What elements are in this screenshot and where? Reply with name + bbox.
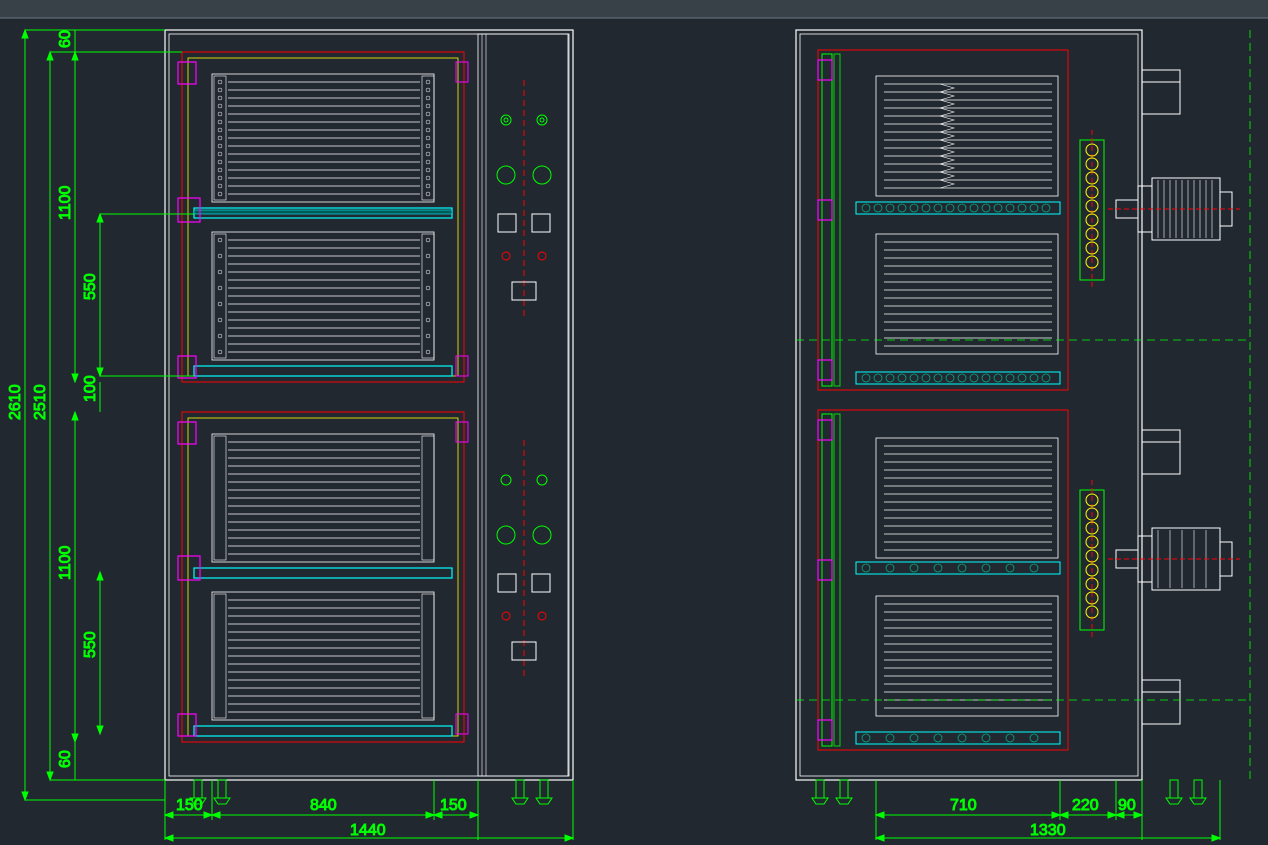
dim-60-top: 60 (57, 30, 74, 48)
dim-100: 100 (82, 375, 99, 402)
control-panel-upper (497, 80, 551, 320)
dim-150-l: 150 (176, 797, 203, 814)
tray-block-2 (194, 232, 452, 376)
dim-150-r: 150 (440, 797, 467, 814)
motor-lower (1108, 528, 1240, 590)
dim-1330: 1330 (1030, 822, 1066, 839)
dim-2510: 2510 (32, 384, 49, 420)
dim-1440: 1440 (350, 822, 386, 839)
control-panel-lower (497, 440, 551, 680)
motor-upper (1108, 178, 1240, 240)
dim-220: 220 (1072, 797, 1099, 814)
dimensions-front: 2610 2510 60 1100 550 100 1100 (7, 30, 573, 841)
dim-840: 840 (310, 797, 337, 814)
side-view: 710 220 90 1330 (796, 30, 1250, 841)
front-view: 2610 2510 60 1100 550 100 1100 (7, 30, 573, 841)
fin-block (876, 76, 1058, 196)
dim-2610: 2610 (7, 384, 24, 420)
dim-60-bot: 60 (57, 750, 74, 768)
tray-block-4 (194, 592, 452, 736)
tray-block-1 (194, 74, 452, 218)
dim-550-2: 550 (82, 631, 99, 658)
dim-1100-1: 1100 (57, 185, 74, 220)
dim-90: 90 (1118, 797, 1136, 814)
tray-block-3 (194, 434, 452, 578)
cad-drawing-canvas: 2610 2510 60 1100 550 100 1100 (0, 0, 1268, 845)
dim-550-1: 550 (82, 273, 99, 300)
dim-710: 710 (950, 797, 977, 814)
dim-1100-2: 1100 (57, 545, 74, 580)
